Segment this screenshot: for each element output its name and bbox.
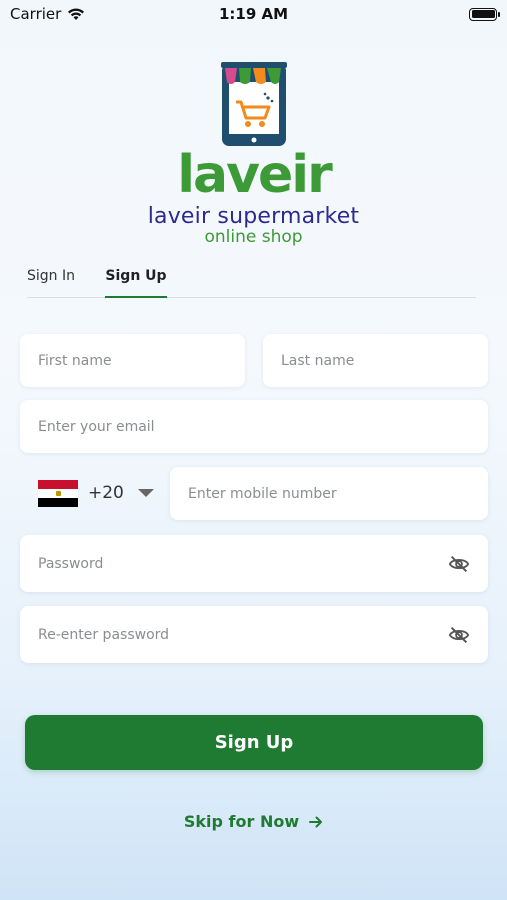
carrier-label: Carrier [10,5,62,23]
skip-label: Skip for Now [183,812,300,831]
email-input[interactable] [38,418,470,435]
shop-phone-icon [220,62,287,146]
svg-text:laveir: laveir [177,146,333,202]
mobile-input[interactable] [188,485,470,502]
password-field[interactable] [20,535,488,592]
chevron-down-icon [137,489,154,497]
auth-tabs: Sign In Sign Up [27,262,476,298]
tab-sign-in[interactable]: Sign In [27,262,89,298]
dial-code: +20 [88,483,124,503]
tab-sign-up[interactable]: Sign Up [105,262,167,298]
last-name-field[interactable] [263,334,488,387]
brand-name: laveir supermarket [147,204,360,229]
status-bar: Carrier 1:19 AM [0,0,507,28]
status-left: Carrier [10,5,85,23]
last-name-input[interactable] [281,352,470,369]
eye-off-icon[interactable] [448,624,470,646]
email-field[interactable] [20,400,488,453]
wifi-icon [68,8,85,20]
battery-icon [469,7,500,21]
mobile-field[interactable] [170,467,488,520]
country-code-selector[interactable]: +20 [20,467,160,519]
brand-tagline: online shop [204,227,303,247]
brand-logo: laveir laveir supermarket online shop [0,58,507,247]
brand-wordmark: laveir [177,146,335,202]
arrow-right-icon [309,816,323,827]
password-input[interactable] [38,555,448,572]
egypt-flag-icon [38,479,78,507]
first-name-input[interactable] [38,352,227,369]
sign-up-button[interactable]: Sign Up [25,715,483,770]
skip-for-now-link[interactable]: Skip for Now [0,812,507,831]
confirm-password-field[interactable] [20,606,488,663]
confirm-password-input[interactable] [38,626,448,643]
eye-off-icon[interactable] [448,553,470,575]
first-name-field[interactable] [20,334,245,387]
